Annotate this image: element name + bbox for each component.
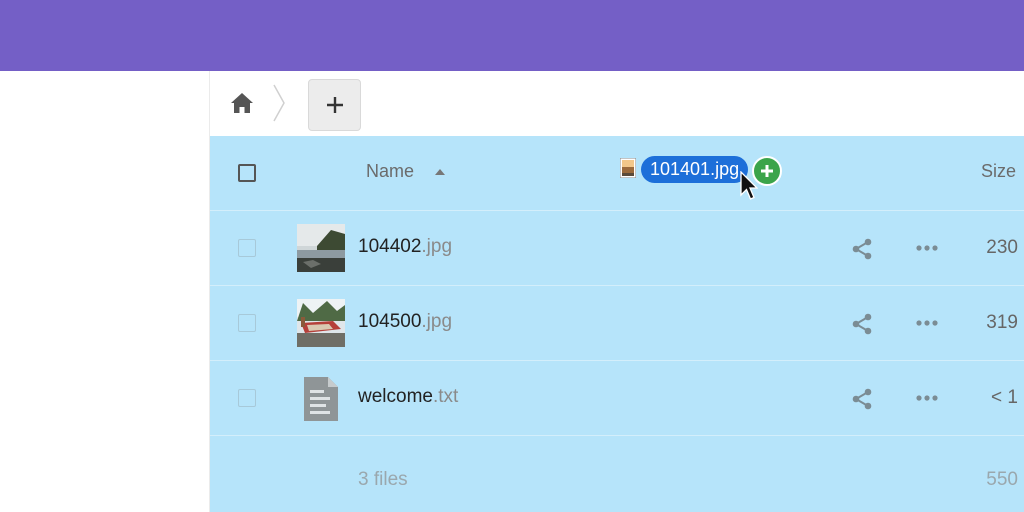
file-basename: welcome xyxy=(358,386,433,407)
row-checkbox[interactable] xyxy=(238,239,256,257)
file-count-summary: 3 files xyxy=(358,469,408,490)
arrow-cursor xyxy=(740,171,758,200)
file-extension: .jpg xyxy=(421,311,453,332)
more-options-icon[interactable] xyxy=(915,243,939,253)
file-name[interactable]: welcome.txt xyxy=(358,386,458,408)
file-thumbnail[interactable] xyxy=(297,299,345,347)
total-size-summary: 550 xyxy=(986,469,1018,490)
row-checkbox[interactable] xyxy=(238,389,256,407)
dragged-file-label: 101401.jpg xyxy=(641,156,749,183)
home-icon[interactable] xyxy=(230,92,254,114)
select-all-checkbox[interactable] xyxy=(238,164,256,182)
file-name[interactable]: 104500.jpg xyxy=(358,311,452,333)
plus-icon xyxy=(761,165,773,177)
share-icon[interactable] xyxy=(850,312,874,336)
file-size: < 1 xyxy=(991,387,1018,408)
file-basename: 104402 xyxy=(358,236,422,257)
row-checkbox[interactable] xyxy=(238,314,256,332)
file-thumbnail[interactable] xyxy=(297,224,345,272)
dragged-file-thumbnail xyxy=(620,158,636,178)
text-file-icon[interactable] xyxy=(302,377,340,421)
file-list-header xyxy=(210,136,1024,211)
file-size: 319 xyxy=(986,312,1018,333)
file-extension: .jpg xyxy=(421,236,453,257)
file-extension: .txt xyxy=(432,386,459,407)
plus-icon xyxy=(326,97,343,113)
file-name[interactable]: 104402.jpg xyxy=(358,236,452,258)
file-size: 230 xyxy=(986,237,1018,258)
share-icon[interactable] xyxy=(850,387,874,411)
new-button[interactable] xyxy=(308,79,361,131)
top-header-bar xyxy=(0,0,1024,71)
file-basename: 104500 xyxy=(358,311,422,332)
share-icon[interactable] xyxy=(850,237,874,261)
chevron-right-icon xyxy=(273,84,285,122)
more-options-icon[interactable] xyxy=(915,318,939,328)
sidebar xyxy=(0,71,210,512)
size-column-header[interactable]: Size xyxy=(981,161,1016,182)
more-options-icon[interactable] xyxy=(915,393,939,403)
sort-ascending-icon[interactable] xyxy=(434,168,446,176)
name-column-header[interactable]: Name xyxy=(366,161,414,182)
